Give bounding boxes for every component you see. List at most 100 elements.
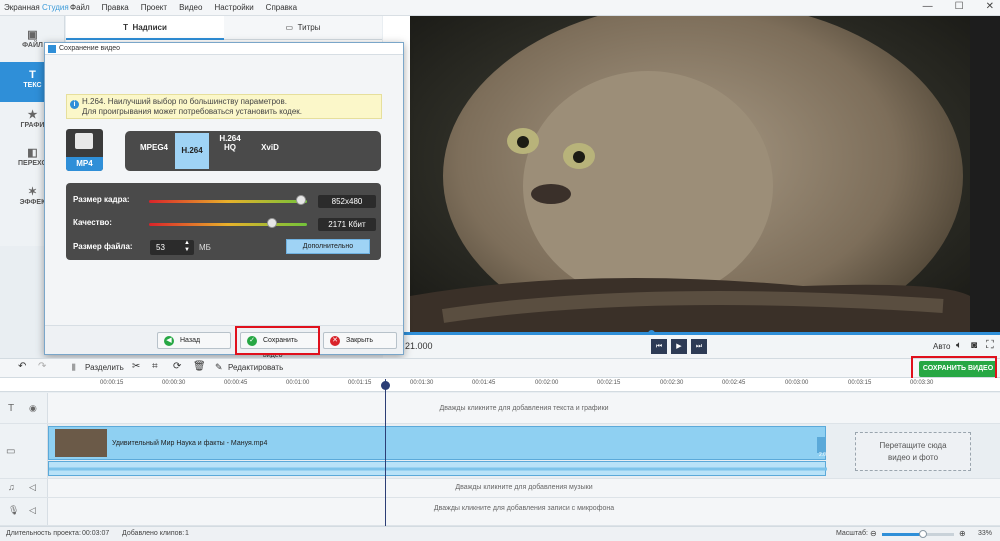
tab-titles[interactable]: ▭ Титры: [224, 16, 382, 40]
stepper-arrows-icon[interactable]: ▲ ▼: [184, 240, 190, 254]
file-size-value: 53: [156, 243, 165, 252]
eye-icon[interactable]: ◉: [29, 403, 37, 414]
ruler-tick: 00:02:00: [535, 380, 559, 386]
ruler-tick: 00:02:15: [597, 380, 621, 386]
timeline-ruler[interactable]: 00:00:15 00:00:30 00:00:45 00:01:00 00:0…: [0, 378, 1000, 392]
quality-value: 2171 Кбит: [318, 218, 376, 231]
play-button[interactable]: ▶: [671, 339, 687, 354]
video-track-header: ▭: [0, 424, 48, 478]
video-frame: [383, 16, 1000, 334]
volume-icon[interactable]: 🔈︎: [956, 340, 962, 351]
zoom-out-icon[interactable]: ⊖: [870, 529, 877, 538]
frame-size-value: 852x480: [318, 195, 376, 208]
advanced-button[interactable]: Дополнительно: [286, 239, 370, 254]
info-icon: i: [70, 100, 79, 109]
ruler-tick: 00:03:30: [910, 380, 934, 386]
info-line-2: Для проигрывания может потребоваться уст…: [82, 107, 302, 116]
ruler-tick: 00:00:45: [224, 380, 248, 386]
mic-track-hint: Дважды кликните для добавления записи с …: [433, 505, 615, 512]
skip-back-button[interactable]: ⏮: [651, 339, 667, 354]
text-track-header: T ◉: [0, 393, 48, 423]
clip-end-marker[interactable]: [817, 437, 825, 453]
frame-size-knob[interactable]: [296, 195, 306, 205]
codec-info-banner: i H.264. Наилучший выбор по большинству …: [66, 94, 382, 119]
text-icon: T: [8, 403, 15, 414]
back-button[interactable]: ◀ Назад: [157, 332, 231, 349]
codec-mpeg4[interactable]: MPEG4: [137, 143, 171, 152]
duration-label: Длительность проекта:: [6, 530, 81, 537]
codec-h264[interactable]: H.264: [175, 133, 209, 169]
codec-xvid[interactable]: XviD: [253, 143, 287, 152]
menu-file[interactable]: Файл: [70, 3, 90, 12]
split-button[interactable]: Разделить: [85, 363, 124, 372]
volume-icon[interactable]: ◁: [29, 505, 36, 516]
tab-captions[interactable]: T Надписи: [66, 16, 224, 40]
playhead-handle[interactable]: [381, 381, 390, 390]
ruler-tick: 00:02:45: [722, 380, 746, 386]
camera-icon[interactable]: ◙: [971, 340, 977, 351]
ruler-tick: 00:01:45: [472, 380, 496, 386]
close-dialog-button[interactable]: ✕ Закрыть: [323, 332, 397, 349]
preview-time: 21.000: [405, 341, 433, 351]
dialog-footer: ◀ Назад ✓ Сохранить видео ✕ Закрыть: [45, 325, 403, 359]
ruler-tick: 00:03:15: [848, 380, 872, 386]
scissors-icon[interactable]: ✂: [132, 361, 140, 372]
fullscreen-icon[interactable]: ⛶: [986, 339, 994, 352]
close-window-button[interactable]: ✕: [986, 1, 994, 12]
auto-label[interactable]: Авто: [933, 342, 950, 351]
skip-forward-icon: ⏭: [695, 343, 703, 350]
format-mp4[interactable]: MP4: [66, 129, 103, 171]
crop-icon[interactable]: ⌗: [152, 361, 158, 372]
video-preview[interactable]: [383, 16, 1000, 334]
status-bar: Длительность проекта: 00:03:07 Добавлено…: [0, 526, 1000, 541]
media-dropzone[interactable]: Перетащите сюда видео и фото: [855, 432, 971, 471]
undo-icon[interactable]: ↶: [18, 361, 26, 372]
zoom-value: 33%: [978, 530, 993, 537]
text-track[interactable]: T ◉ Дважды кликните для добавления текст…: [0, 393, 1000, 424]
zoom-in-icon[interactable]: ⊕: [959, 529, 966, 538]
zoom-slider-knob[interactable]: [919, 530, 927, 538]
rotate-icon[interactable]: ⟳: [173, 361, 181, 372]
ruler-tick: 00:02:30: [660, 380, 684, 386]
minimize-button[interactable]: —: [923, 1, 933, 12]
music-track[interactable]: ♫ ◁ Дважды кликните для добавления музык…: [0, 479, 1000, 498]
menu-project[interactable]: Проект: [141, 3, 167, 12]
volume-icon[interactable]: ◁: [29, 482, 36, 493]
zoom-slider[interactable]: [882, 530, 954, 538]
music-note-icon: ♫: [8, 482, 15, 492]
edit-button[interactable]: Редактировать: [228, 363, 283, 372]
save-button-highlight: [911, 356, 997, 380]
menu-help[interactable]: Справка: [266, 3, 297, 12]
frame-size-slider[interactable]: [149, 200, 307, 203]
playhead[interactable]: [385, 379, 386, 526]
ruler-tick: 00:00:30: [162, 380, 186, 386]
panel-tabs: T Надписи ▭ Титры: [66, 16, 382, 40]
maximize-button[interactable]: ☐: [955, 1, 964, 12]
file-size-unit: МБ: [199, 243, 211, 252]
title-bar: Экранная Студия Файл Правка Проект Видео…: [0, 0, 1000, 16]
ruler-tick: 00:01:00: [286, 380, 310, 386]
quality-knob[interactable]: [267, 218, 277, 228]
menu-bar: Файл Правка Проект Видео Настройки Справ…: [70, 3, 297, 12]
menu-video[interactable]: Видео: [179, 3, 202, 12]
trash-icon[interactable]: 🗑︎: [193, 361, 206, 372]
timeline-toolbar: ↶ ↷ ⫼ Разделить ✂ ⌗ ⟳ 🗑︎ ✎ Редактировать: [0, 358, 1000, 378]
redo-icon[interactable]: ↷: [38, 361, 46, 372]
file-size-stepper[interactable]: 53 ▲ ▼: [150, 240, 194, 255]
video-settings-panel: Размер кадра: 852x480 Качество: 2171 Кби…: [66, 183, 381, 260]
ruler-tick: 00:00:15: [100, 380, 124, 386]
skip-forward-button[interactable]: ⏭: [691, 339, 707, 354]
menu-settings[interactable]: Настройки: [214, 3, 253, 12]
mic-track-header: 🎙︎ ◁: [0, 498, 48, 525]
app-title: Экранная Студия: [4, 3, 69, 12]
codec-h264-hq[interactable]: H.264 HQ: [215, 134, 245, 152]
skip-back-icon: ⏮: [655, 343, 663, 350]
music-track-header: ♫ ◁: [0, 479, 48, 497]
clip-end-label: 2.0: [819, 452, 826, 458]
mic-track[interactable]: 🎙︎ ◁ Дважды кликните для добавления запи…: [0, 498, 1000, 526]
menu-edit[interactable]: Правка: [102, 3, 129, 12]
clip-audio-waveform[interactable]: [48, 461, 827, 476]
waveform: [49, 467, 827, 471]
video-camera-icon: [75, 133, 93, 149]
quality-slider[interactable]: [149, 223, 307, 226]
